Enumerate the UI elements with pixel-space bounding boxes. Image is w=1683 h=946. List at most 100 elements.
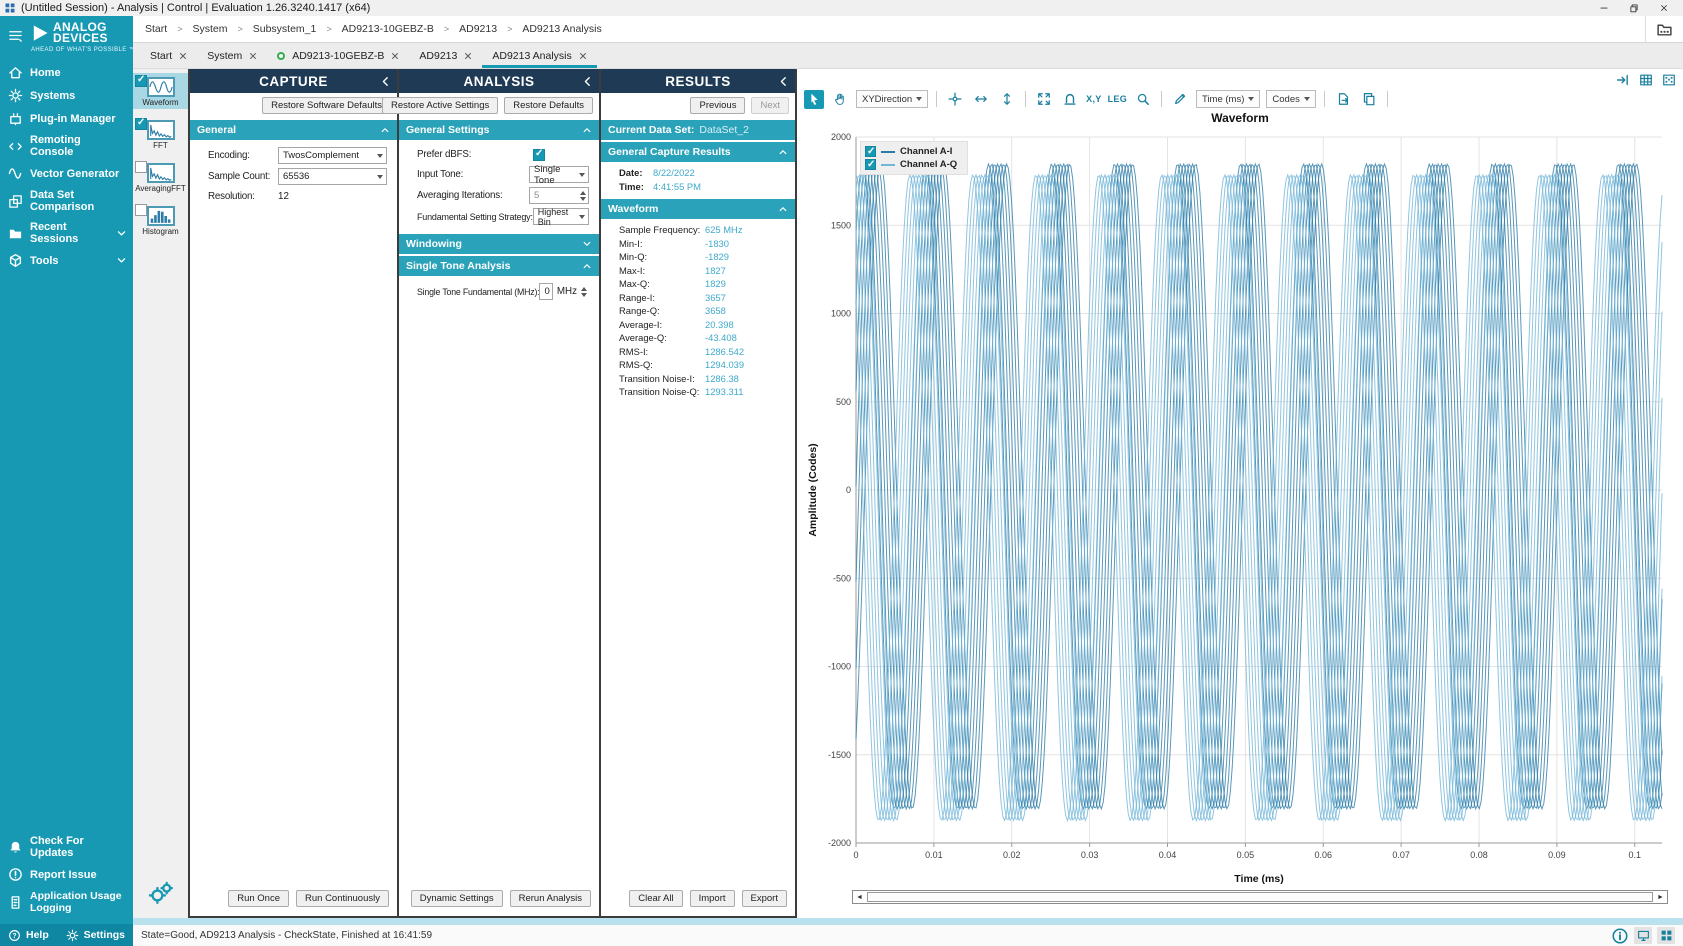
- spinner-arrows-icon[interactable]: [578, 191, 588, 201]
- sidebar-item-plugin-manager[interactable]: Plug-in Manager: [0, 107, 133, 130]
- sidebar-item-check-for-updates[interactable]: Check For Updates: [0, 831, 133, 863]
- minimize-button[interactable]: [1589, 0, 1619, 16]
- general-capture-results-section-header[interactable]: General Capture Results: [601, 142, 795, 162]
- pan-horizontal-button[interactable]: [971, 90, 991, 109]
- sample-count-dropdown[interactable]: 65536: [278, 168, 387, 185]
- layout-grid-icon[interactable]: [1657, 927, 1675, 944]
- close-tab-icon[interactable]: [579, 52, 587, 60]
- sidebar-item-home[interactable]: Home: [0, 61, 133, 84]
- collapse-panel-chevron-icon[interactable]: [582, 76, 593, 87]
- dual-gears-icon[interactable]: [148, 880, 174, 906]
- waveform-checkbox[interactable]: [135, 75, 147, 87]
- general-settings-section-header[interactable]: General Settings: [399, 120, 599, 140]
- pan-hand-button[interactable]: [830, 90, 850, 109]
- run-once-button[interactable]: Run Once: [228, 890, 289, 907]
- sidebar-item-remoting-console[interactable]: Remoting Console: [0, 130, 133, 162]
- close-tab-icon[interactable]: [179, 52, 187, 60]
- scroll-left-icon[interactable]: ◄: [853, 891, 866, 903]
- general-section-header[interactable]: General: [190, 120, 397, 140]
- zoom-window-button[interactable]: [1133, 90, 1153, 109]
- scrollbar-thumb[interactable]: [867, 892, 1653, 902]
- next-button[interactable]: Next: [751, 97, 789, 114]
- close-tab-icon[interactable]: [391, 52, 399, 60]
- restore-button[interactable]: [1619, 0, 1649, 16]
- zoom-extents-button[interactable]: [1034, 90, 1054, 109]
- tab-system[interactable]: System: [197, 43, 267, 68]
- grid-view-icon[interactable]: [1639, 73, 1653, 87]
- select-cursor-button[interactable]: [804, 90, 824, 109]
- menu-hamburger-icon[interactable]: [7, 28, 24, 43]
- fundamental-setting-strategy-dropdown[interactable]: Highest Bin: [533, 208, 589, 225]
- y-axis-units-dropdown[interactable]: Codes: [1266, 90, 1315, 108]
- close-tab-icon[interactable]: [249, 52, 257, 60]
- single-tone-fundamental-input[interactable]: 0: [539, 283, 552, 300]
- input-tone-dropdown[interactable]: Single Tone: [529, 166, 589, 183]
- view-item-histogram[interactable]: Histogram: [133, 202, 188, 238]
- breadcrumb-item[interactable]: AD9213 Analysis: [520, 23, 603, 35]
- channel-a-i-checkbox[interactable]: [865, 146, 876, 157]
- tab-ad9213-10gebz-b[interactable]: AD9213-10GEBZ-B: [267, 43, 409, 68]
- restore-software-defaults-button[interactable]: Restore Software Defaults: [262, 97, 391, 114]
- info-icon[interactable]: [1611, 927, 1629, 944]
- close-tab-icon[interactable]: [464, 52, 472, 60]
- move-crosshair-button[interactable]: [945, 90, 965, 109]
- tab-ad9213[interactable]: AD9213: [409, 43, 482, 68]
- options-grid-icon[interactable]: [1662, 73, 1676, 87]
- breadcrumb-item[interactable]: AD9213-10GEBZ-B: [340, 23, 436, 35]
- view-item-fft[interactable]: FFT: [133, 116, 188, 152]
- averagingfft-checkbox[interactable]: [135, 161, 147, 173]
- dynamic-settings-button[interactable]: Dynamic Settings: [411, 890, 503, 907]
- settings-button[interactable]: Settings: [66, 929, 125, 942]
- help-button[interactable]: ?Help: [8, 929, 49, 942]
- sidebar-item-recent-sessions[interactable]: Recent Sessions: [0, 217, 133, 249]
- breadcrumb-item[interactable]: Start: [143, 23, 169, 35]
- breadcrumb-item[interactable]: System: [190, 23, 229, 35]
- histogram-checkbox[interactable]: [135, 204, 147, 216]
- waveform-results-section-header[interactable]: Waveform: [601, 199, 795, 219]
- run-continuously-button[interactable]: Run Continuously: [296, 890, 389, 907]
- remote-display-icon[interactable]: [1634, 927, 1652, 944]
- tab-start[interactable]: Start: [140, 43, 197, 68]
- fit-height-button[interactable]: [1060, 90, 1080, 109]
- x-axis-units-dropdown[interactable]: Time (ms): [1196, 90, 1260, 108]
- restore-active-settings-button[interactable]: Restore Active Settings: [382, 97, 498, 114]
- single-tone-analysis-section-header[interactable]: Single Tone Analysis: [399, 256, 599, 276]
- waveform-chart[interactable]: 00.010.020.030.040.050.060.070.080.090.1…: [804, 127, 1676, 887]
- sidebar-item-data-set-comparison[interactable]: Data Set Comparison: [0, 185, 133, 217]
- chart-horizontal-scrollbar[interactable]: ◄ ►: [852, 890, 1668, 904]
- copy-button[interactable]: [1359, 90, 1379, 109]
- close-button[interactable]: [1649, 0, 1679, 16]
- open-session-button[interactable]: [1645, 16, 1673, 42]
- breadcrumb-item[interactable]: Subsystem_1: [251, 23, 319, 35]
- restore-defaults-button[interactable]: Restore Defaults: [504, 97, 593, 114]
- previous-button[interactable]: Previous: [690, 97, 745, 114]
- averaging-iterations-input[interactable]: 5: [529, 187, 589, 204]
- channel-a-q-checkbox[interactable]: [865, 159, 876, 170]
- export-button[interactable]: Export: [742, 890, 787, 907]
- xy-readout-toggle[interactable]: X,Y: [1086, 94, 1101, 104]
- sidebar-item-report-issue[interactable]: Report Issue: [0, 863, 133, 886]
- view-item-waveform[interactable]: Waveform: [133, 73, 188, 109]
- windowing-section-header[interactable]: Windowing: [399, 234, 599, 254]
- sidebar-item-tools[interactable]: Tools: [0, 249, 133, 272]
- scroll-right-icon[interactable]: ►: [1654, 891, 1667, 903]
- rerun-analysis-button[interactable]: Rerun Analysis: [510, 890, 591, 907]
- view-item-averagingfft[interactable]: AveragingFFT: [133, 159, 188, 195]
- import-button[interactable]: Import: [690, 890, 735, 907]
- sidebar-item-systems[interactable]: Systems: [0, 84, 133, 107]
- prefer-dbfs-checkbox[interactable]: [533, 149, 545, 161]
- collapse-panel-icon[interactable]: [1616, 73, 1630, 87]
- annotate-button[interactable]: [1170, 90, 1190, 109]
- sidebar-item-vector-generator[interactable]: Vector Generator: [0, 162, 133, 185]
- pan-vertical-button[interactable]: [997, 90, 1017, 109]
- breadcrumb-item[interactable]: AD9213: [457, 23, 499, 35]
- tab-ad9213-analysis[interactable]: AD9213 Analysis: [482, 43, 596, 68]
- spinner-arrows-icon[interactable]: [579, 287, 589, 297]
- sidebar-item-application-usage-logging[interactable]: Application Usage Logging: [0, 886, 133, 918]
- collapse-panel-chevron-icon[interactable]: [380, 76, 391, 87]
- collapse-panel-chevron-icon[interactable]: [778, 76, 789, 87]
- clear-all-button[interactable]: Clear All: [629, 890, 682, 907]
- fft-checkbox[interactable]: [135, 118, 147, 130]
- xy-direction-dropdown[interactable]: XYDirection: [856, 90, 928, 108]
- export-image-button[interactable]: [1333, 90, 1353, 109]
